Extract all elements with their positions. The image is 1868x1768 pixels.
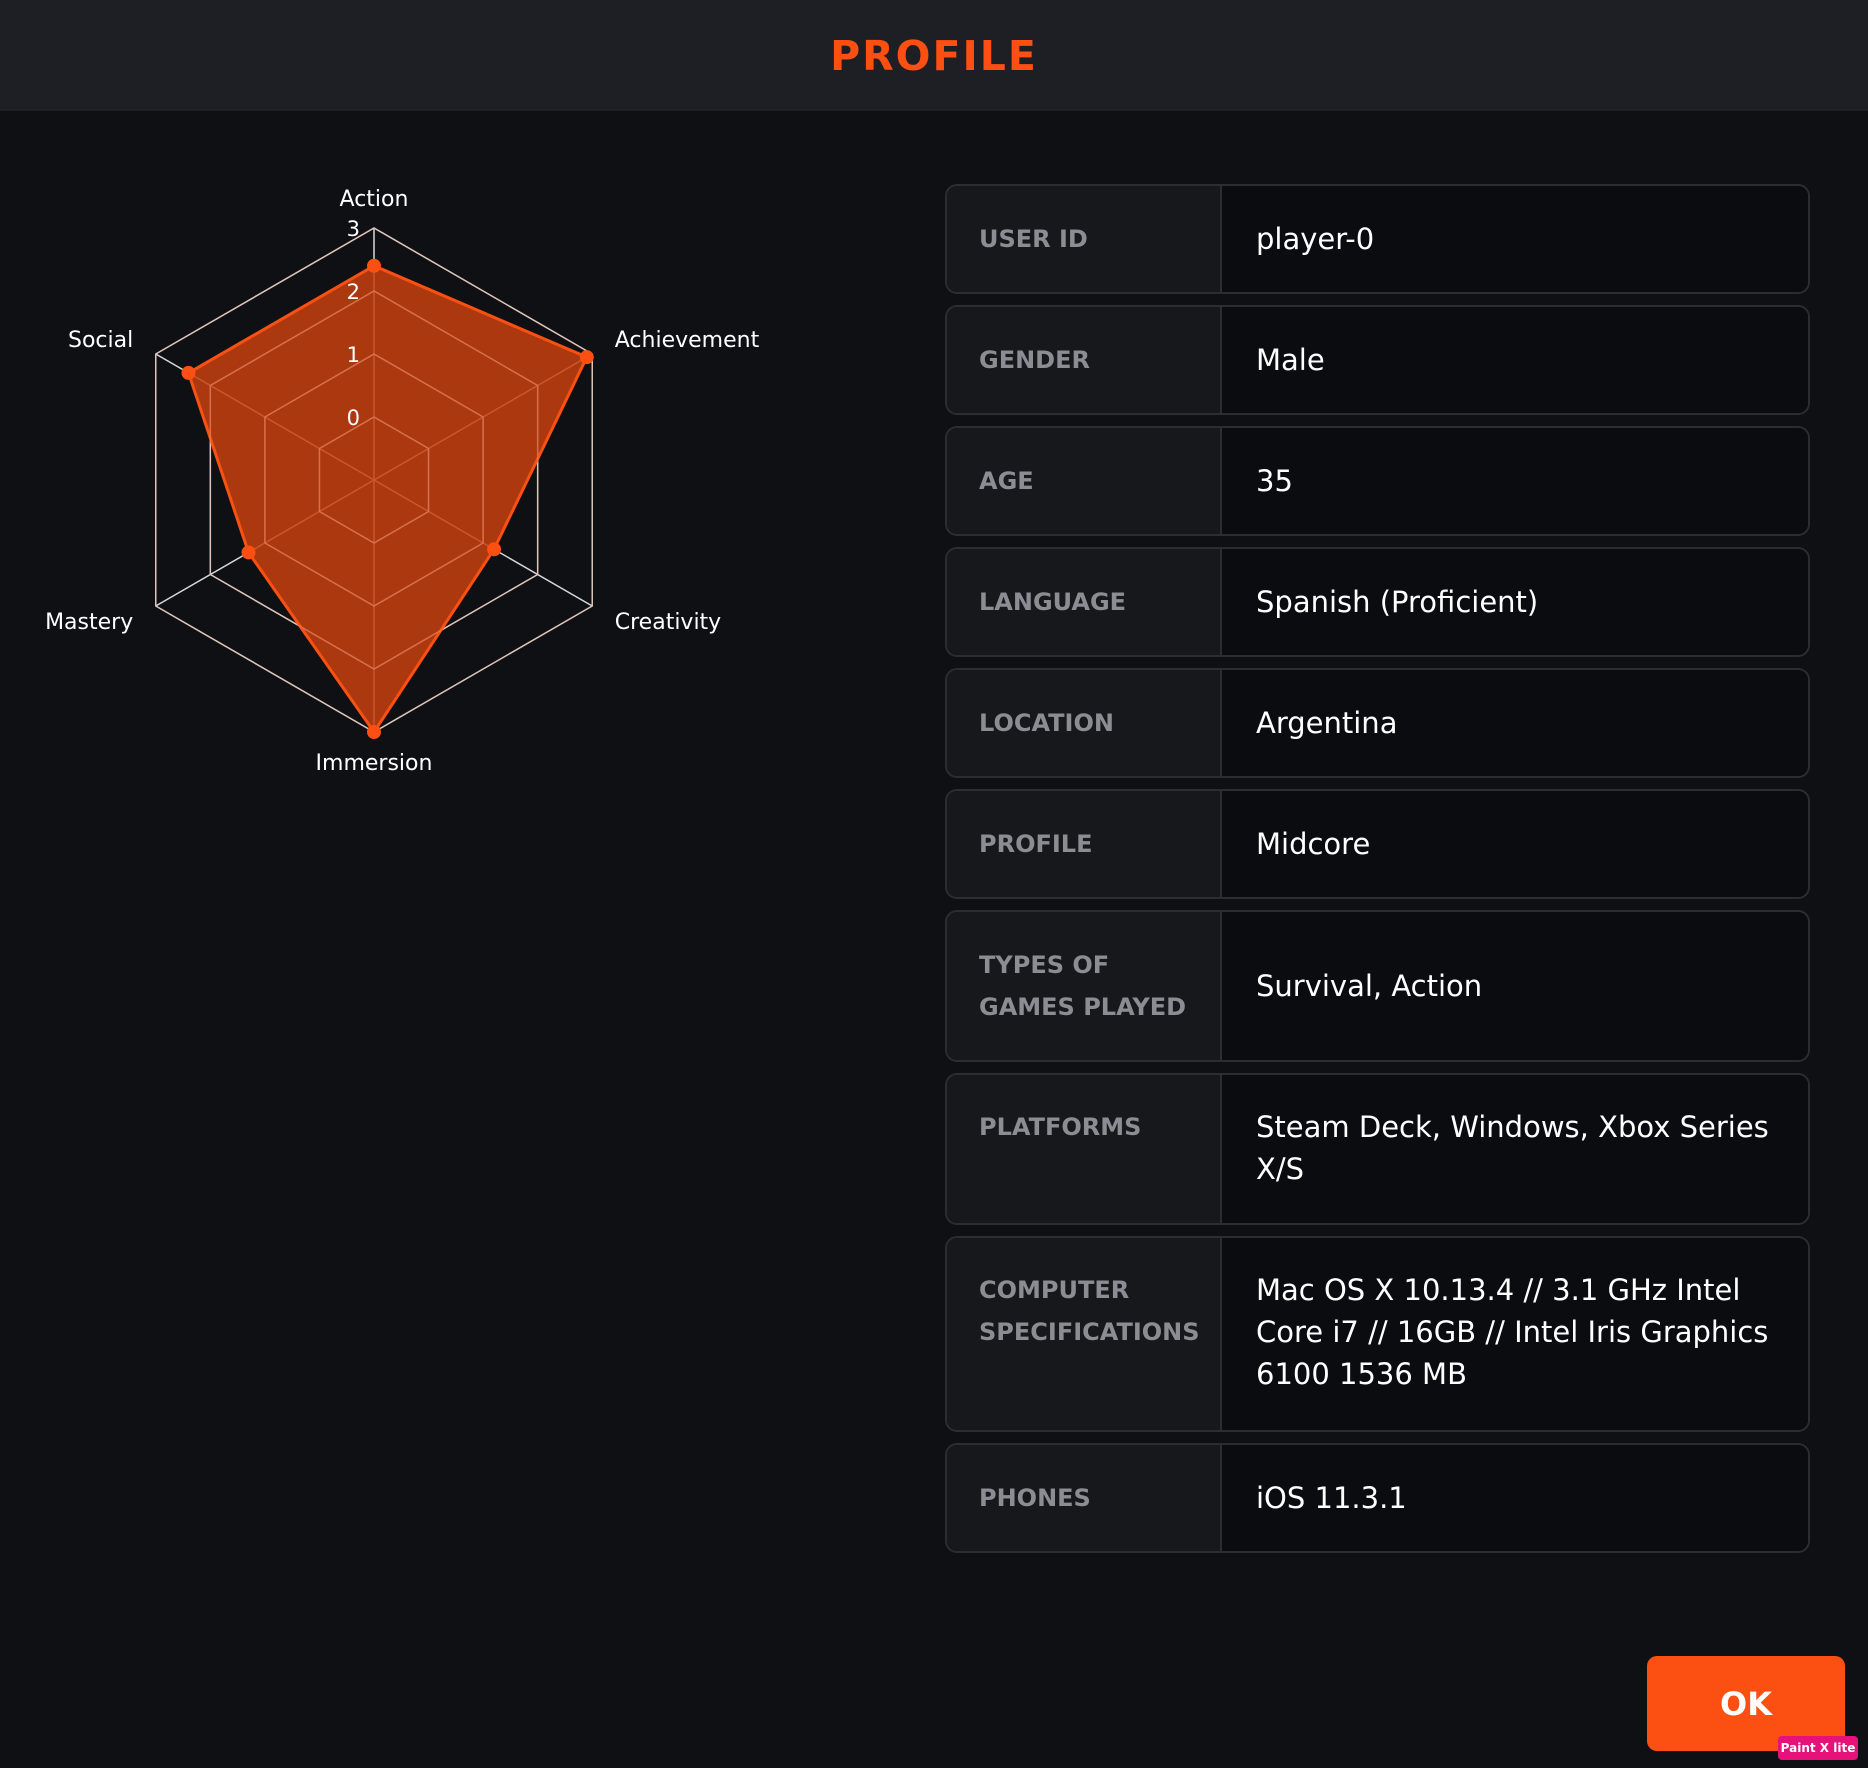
row-label: PLATFORMS bbox=[947, 1075, 1222, 1223]
row-value: player-0 bbox=[1222, 186, 1808, 292]
row-label: PROFILE bbox=[947, 791, 1222, 897]
row-label: TYPES OF GAMES PLAYED bbox=[947, 912, 1222, 1060]
profile-row-computer-specs: COMPUTER SPECIFICATIONS Mac OS X 10.13.4… bbox=[945, 1236, 1810, 1432]
profile-row-platforms: PLATFORMS Steam Deck, Windows, Xbox Seri… bbox=[945, 1073, 1810, 1225]
radar-axis-label-creativity: Creativity bbox=[615, 610, 721, 635]
row-label: COMPUTER SPECIFICATIONS bbox=[947, 1238, 1222, 1430]
profile-row-location: LOCATION Argentina bbox=[945, 668, 1810, 778]
row-value: Midcore bbox=[1222, 791, 1808, 897]
row-label: USER ID bbox=[947, 186, 1222, 292]
row-value: Steam Deck, Windows, Xbox Series X/S bbox=[1222, 1075, 1808, 1223]
radar-tick-label: 0 bbox=[347, 406, 360, 430]
radar-axis-label-action: Action bbox=[340, 187, 409, 212]
radar-tick-label: 3 bbox=[347, 217, 360, 241]
row-value: Spanish (Proficient) bbox=[1222, 549, 1808, 655]
profile-row-age: AGE 35 bbox=[945, 426, 1810, 536]
row-value: Argentina bbox=[1222, 670, 1808, 776]
radar-tick-label: 2 bbox=[347, 280, 360, 304]
radar-axis-label-achievement: Achievement bbox=[615, 328, 760, 353]
profile-row-language: LANGUAGE Spanish (Proficient) bbox=[945, 547, 1810, 657]
row-value: Survival, Action bbox=[1222, 912, 1808, 1060]
row-label: GENDER bbox=[947, 307, 1222, 413]
profile-row-phones: PHONES iOS 11.3.1 bbox=[945, 1443, 1810, 1553]
profile-row-gender: GENDER Male bbox=[945, 305, 1810, 415]
radar-point-creativity bbox=[487, 542, 502, 557]
row-value: Mac OS X 10.13.4 // 3.1 GHz Intel Core i… bbox=[1222, 1238, 1808, 1430]
radar-point-social bbox=[181, 365, 196, 380]
row-label: LANGUAGE bbox=[947, 549, 1222, 655]
radar-axis-label-social: Social bbox=[68, 328, 133, 353]
profile-table: USER ID player-0 GENDER Male AGE 35 LANG… bbox=[945, 184, 1810, 1564]
paint-x-lite-watermark: Paint X lite bbox=[1778, 1736, 1858, 1760]
row-label: LOCATION bbox=[947, 670, 1222, 776]
radar-point-immersion bbox=[367, 725, 381, 739]
radar-point-achievement bbox=[579, 350, 594, 365]
radar-axis-label-immersion: Immersion bbox=[316, 751, 433, 776]
radar-axis-label-mastery: Mastery bbox=[45, 610, 133, 635]
row-label: PHONES bbox=[947, 1445, 1222, 1551]
radar-data-area bbox=[186, 264, 589, 735]
row-label: AGE bbox=[947, 428, 1222, 534]
profile-row-user-id: USER ID player-0 bbox=[945, 184, 1810, 294]
radar-chart: 0 1 2 3 Action Achievement Creativity Immersio… bbox=[45, 187, 760, 776]
row-value: iOS 11.3.1 bbox=[1222, 1445, 1808, 1551]
row-value: Male bbox=[1222, 307, 1808, 413]
radar-point-mastery bbox=[241, 545, 256, 560]
radar-point-action bbox=[367, 258, 381, 273]
profile-row-game-types: TYPES OF GAMES PLAYED Survival, Action bbox=[945, 910, 1810, 1062]
row-value: 35 bbox=[1222, 428, 1808, 534]
page-title: PROFILE bbox=[830, 31, 1038, 80]
header-bar: PROFILE bbox=[0, 0, 1868, 111]
radar-tick-label: 1 bbox=[347, 343, 360, 367]
profile-row-profile: PROFILE Midcore bbox=[945, 789, 1810, 899]
